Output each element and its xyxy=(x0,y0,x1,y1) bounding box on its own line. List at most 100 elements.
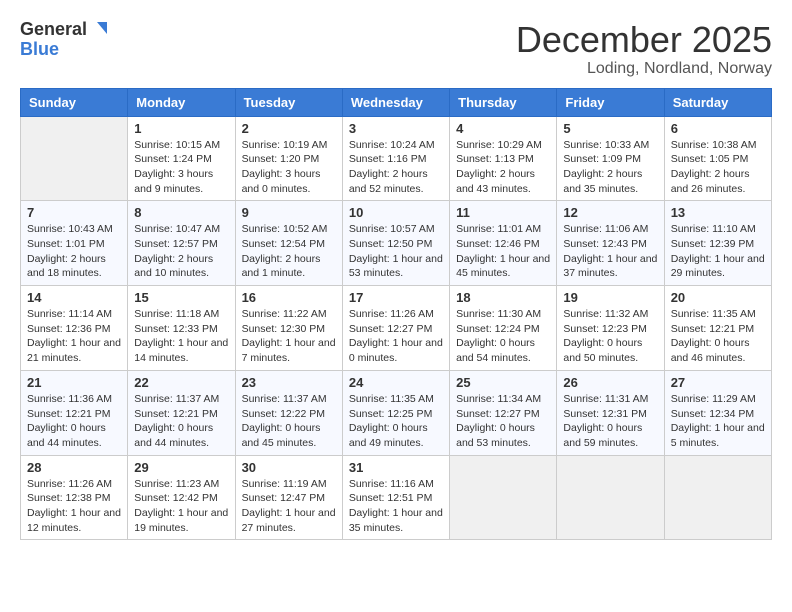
weekday-header-row: SundayMondayTuesdayWednesdayThursdayFrid… xyxy=(21,88,772,116)
weekday-header: Friday xyxy=(557,88,664,116)
day-info: Sunrise: 11:23 AM Sunset: 12:42 PM Dayli… xyxy=(134,477,228,536)
day-number: 25 xyxy=(456,375,550,390)
calendar-cell: 22 Sunrise: 11:37 AM Sunset: 12:21 PM Day… xyxy=(128,370,235,455)
day-number: 10 xyxy=(349,205,443,220)
day-number: 15 xyxy=(134,290,228,305)
calendar-cell: 21 Sunrise: 11:36 AM Sunset: 12:21 PM Day… xyxy=(21,370,128,455)
title-section: December 2025 Loding, Nordland, Norway xyxy=(516,20,772,78)
day-number: 14 xyxy=(27,290,121,305)
calendar-cell: 3 Sunrise: 10:24 AM Sunset: 1:16 PM Dayli… xyxy=(342,116,449,201)
calendar-cell: 19 Sunrise: 11:32 AM Sunset: 12:23 PM Day… xyxy=(557,286,664,371)
logo-blue: Blue xyxy=(20,40,109,60)
day-number: 22 xyxy=(134,375,228,390)
calendar-table: SundayMondayTuesdayWednesdayThursdayFrid… xyxy=(20,88,772,541)
calendar-cell: 5Sunrise: 10:33 AM Sunset: 1:09 PM Dayli… xyxy=(557,116,664,201)
calendar-cell: 6 Sunrise: 10:38 AM Sunset: 1:05 PM Dayli… xyxy=(664,116,771,201)
day-number: 18 xyxy=(456,290,550,305)
day-info: Sunrise: 11:35 AM Sunset: 12:21 PM Dayli… xyxy=(671,307,765,366)
day-number: 28 xyxy=(27,460,121,475)
day-info: Sunrise: 10:24 AM Sunset: 1:16 PM Daylig… xyxy=(349,138,443,197)
calendar-cell xyxy=(664,455,771,540)
day-number: 30 xyxy=(242,460,336,475)
day-number: 27 xyxy=(671,375,765,390)
calendar-cell xyxy=(21,116,128,201)
day-number: 9 xyxy=(242,205,336,220)
day-number: 20 xyxy=(671,290,765,305)
logo: General Blue xyxy=(20,20,109,60)
calendar-week-row: 14 Sunrise: 11:14 AM Sunset: 12:36 PM Day… xyxy=(21,286,772,371)
day-number: 8 xyxy=(134,205,228,220)
day-number: 6 xyxy=(671,121,765,136)
day-number: 26 xyxy=(563,375,657,390)
calendar-cell: 9 Sunrise: 10:52 AM Sunset: 12:54 PM Dayl… xyxy=(235,201,342,286)
calendar-cell: 16Sunrise: 11:22 AM Sunset: 12:30 PM Day… xyxy=(235,286,342,371)
calendar-cell: 30 Sunrise: 11:19 AM Sunset: 12:47 PM Day… xyxy=(235,455,342,540)
weekday-header: Saturday xyxy=(664,88,771,116)
calendar-cell: 10 Sunrise: 10:57 AM Sunset: 12:50 PM Day… xyxy=(342,201,449,286)
day-number: 3 xyxy=(349,121,443,136)
calendar-cell: 29 Sunrise: 11:23 AM Sunset: 12:42 PM Day… xyxy=(128,455,235,540)
calendar-cell: 2Sunrise: 10:19 AM Sunset: 1:20 PM Dayli… xyxy=(235,116,342,201)
day-info: Sunrise: 11:30 AM Sunset: 12:24 PM Dayli… xyxy=(456,307,550,366)
calendar-cell: 27 Sunrise: 11:29 AM Sunset: 12:34 PM Day… xyxy=(664,370,771,455)
day-number: 23 xyxy=(242,375,336,390)
calendar-cell: 14 Sunrise: 11:14 AM Sunset: 12:36 PM Day… xyxy=(21,286,128,371)
calendar-cell: 26 Sunrise: 11:31 AM Sunset: 12:31 PM Day… xyxy=(557,370,664,455)
calendar-cell xyxy=(450,455,557,540)
calendar-cell: 31Sunrise: 11:16 AM Sunset: 12:51 PM Day… xyxy=(342,455,449,540)
calendar-cell: 28 Sunrise: 11:26 AM Sunset: 12:38 PM Day… xyxy=(21,455,128,540)
day-info: Sunrise: 11:01 AM Sunset: 12:46 PM Dayli… xyxy=(456,222,550,281)
day-info: Sunrise: 11:26 AM Sunset: 12:27 PM Dayli… xyxy=(349,307,443,366)
day-number: 11 xyxy=(456,205,550,220)
calendar-cell: 20 Sunrise: 11:35 AM Sunset: 12:21 PM Day… xyxy=(664,286,771,371)
calendar-cell xyxy=(557,455,664,540)
logo-triangle-icon xyxy=(89,20,109,40)
calendar-cell: 15 Sunrise: 11:18 AM Sunset: 12:33 PM Day… xyxy=(128,286,235,371)
day-info: Sunrise: 10:29 AM Sunset: 1:13 PM Daylig… xyxy=(456,138,550,197)
day-number: 21 xyxy=(27,375,121,390)
calendar-cell: 24Sunrise: 11:35 AM Sunset: 12:25 PM Day… xyxy=(342,370,449,455)
day-info: Sunrise: 11:37 AM Sunset: 12:21 PM Dayli… xyxy=(134,392,228,451)
day-info: Sunrise: 11:32 AM Sunset: 12:23 PM Dayli… xyxy=(563,307,657,366)
day-info: Sunrise: 11:26 AM Sunset: 12:38 PM Dayli… xyxy=(27,477,121,536)
calendar-cell: 7Sunrise: 10:43 AM Sunset: 1:01 PM Dayli… xyxy=(21,201,128,286)
day-number: 29 xyxy=(134,460,228,475)
weekday-header: Monday xyxy=(128,88,235,116)
calendar-week-row: 1 Sunrise: 10:15 AM Sunset: 1:24 PM Dayli… xyxy=(21,116,772,201)
day-info: Sunrise: 11:35 AM Sunset: 12:25 PM Dayli… xyxy=(349,392,443,451)
day-number: 7 xyxy=(27,205,121,220)
day-info: Sunrise: 11:36 AM Sunset: 12:21 PM Dayli… xyxy=(27,392,121,451)
logo-general: General xyxy=(20,20,87,40)
day-info: Sunrise: 11:31 AM Sunset: 12:31 PM Dayli… xyxy=(563,392,657,451)
calendar-cell: 8 Sunrise: 10:47 AM Sunset: 12:57 PM Dayl… xyxy=(128,201,235,286)
day-info: Sunrise: 11:18 AM Sunset: 12:33 PM Dayli… xyxy=(134,307,228,366)
day-info: Sunrise: 10:38 AM Sunset: 1:05 PM Daylig… xyxy=(671,138,765,197)
day-number: 2 xyxy=(242,121,336,136)
day-number: 1 xyxy=(134,121,228,136)
calendar-cell: 12Sunrise: 11:06 AM Sunset: 12:43 PM Day… xyxy=(557,201,664,286)
calendar-cell: 25 Sunrise: 11:34 AM Sunset: 12:27 PM Day… xyxy=(450,370,557,455)
day-number: 17 xyxy=(349,290,443,305)
calendar-cell: 17 Sunrise: 11:26 AM Sunset: 12:27 PM Day… xyxy=(342,286,449,371)
page-header: General Blue December 2025 Loding, Nordl… xyxy=(20,20,772,78)
day-info: Sunrise: 10:57 AM Sunset: 12:50 PM Dayli… xyxy=(349,222,443,281)
weekday-header: Wednesday xyxy=(342,88,449,116)
day-info: Sunrise: 11:16 AM Sunset: 12:51 PM Dayli… xyxy=(349,477,443,536)
day-info: Sunrise: 11:34 AM Sunset: 12:27 PM Dayli… xyxy=(456,392,550,451)
month-title: December 2025 xyxy=(516,20,772,60)
day-number: 19 xyxy=(563,290,657,305)
day-info: Sunrise: 10:52 AM Sunset: 12:54 PM Dayli… xyxy=(242,222,336,281)
day-info: Sunrise: 11:06 AM Sunset: 12:43 PM Dayli… xyxy=(563,222,657,281)
day-info: Sunrise: 10:47 AM Sunset: 12:57 PM Dayli… xyxy=(134,222,228,281)
day-info: Sunrise: 11:29 AM Sunset: 12:34 PM Dayli… xyxy=(671,392,765,451)
day-number: 4 xyxy=(456,121,550,136)
day-info: Sunrise: 11:19 AM Sunset: 12:47 PM Dayli… xyxy=(242,477,336,536)
day-info: Sunrise: 10:15 AM Sunset: 1:24 PM Daylig… xyxy=(134,138,228,197)
calendar-cell: 11 Sunrise: 11:01 AM Sunset: 12:46 PM Day… xyxy=(450,201,557,286)
calendar-week-row: 7Sunrise: 10:43 AM Sunset: 1:01 PM Dayli… xyxy=(21,201,772,286)
weekday-header: Tuesday xyxy=(235,88,342,116)
day-number: 5 xyxy=(563,121,657,136)
calendar-cell: 13Sunrise: 11:10 AM Sunset: 12:39 PM Day… xyxy=(664,201,771,286)
day-info: Sunrise: 11:14 AM Sunset: 12:36 PM Dayli… xyxy=(27,307,121,366)
day-info: Sunrise: 11:10 AM Sunset: 12:39 PM Dayli… xyxy=(671,222,765,281)
